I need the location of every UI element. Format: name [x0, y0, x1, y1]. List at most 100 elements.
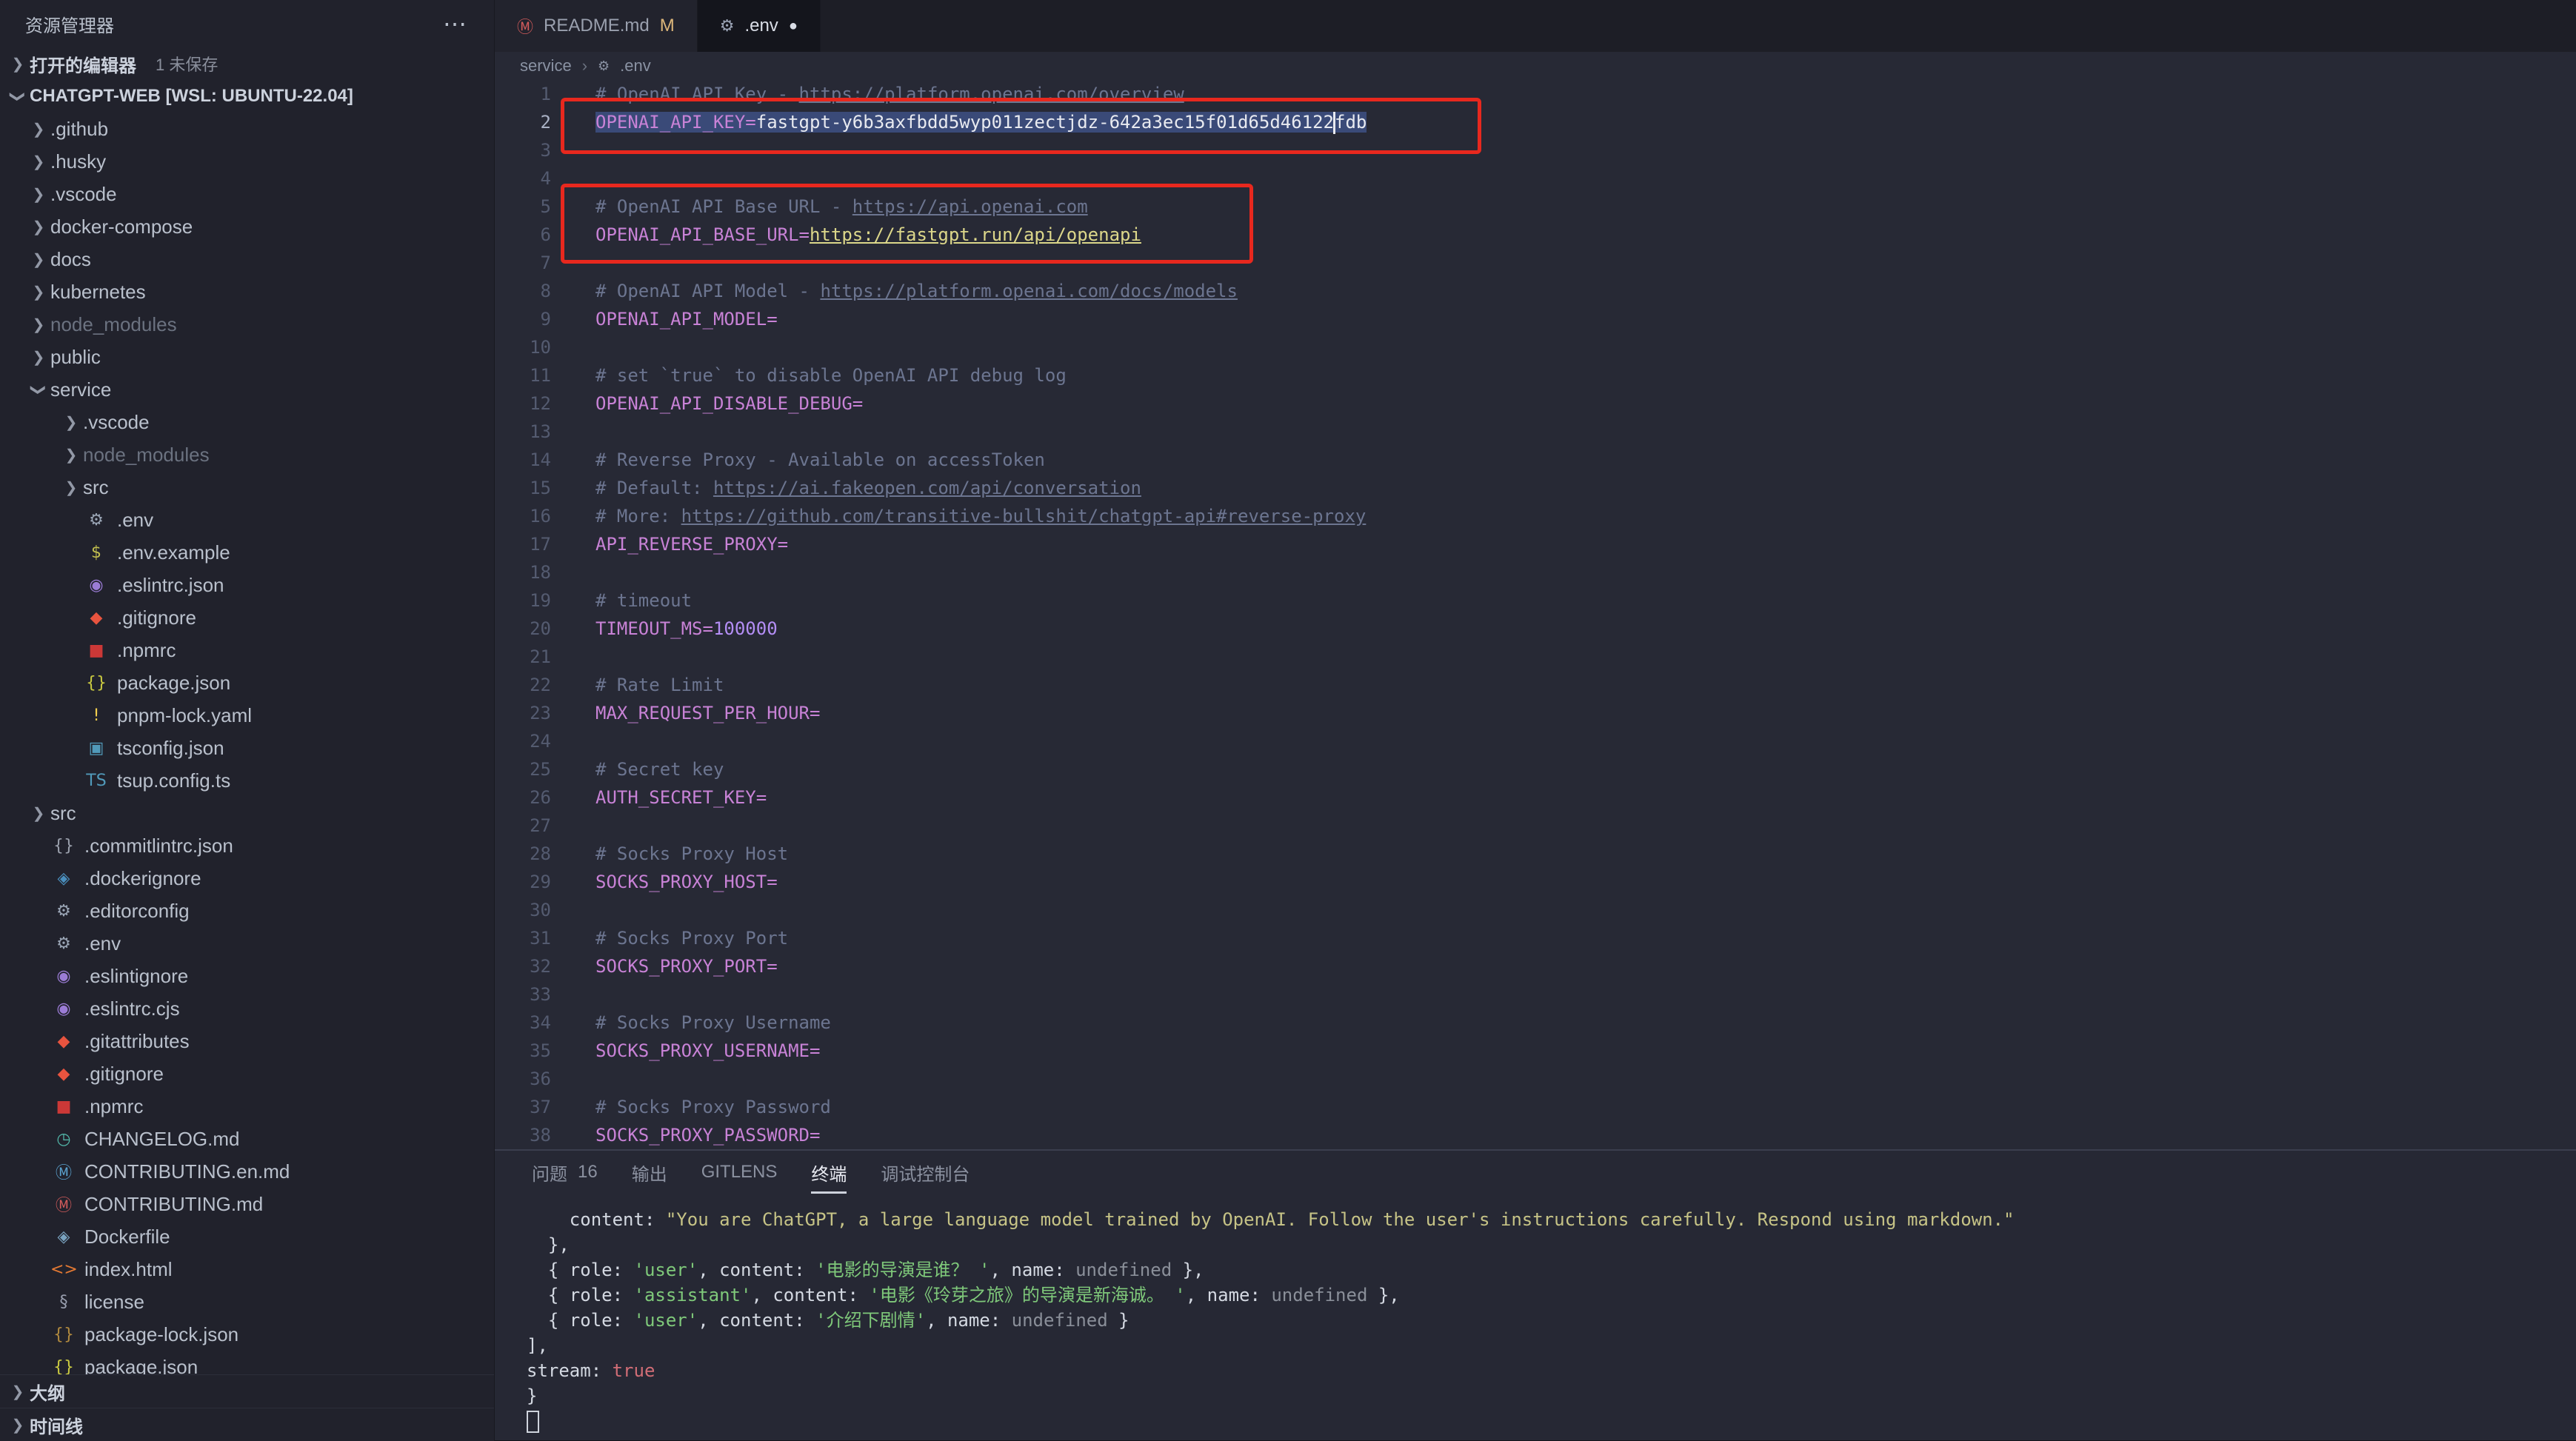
- code-line-38[interactable]: SOCKS_PROXY_PASSWORD=: [595, 1121, 1367, 1149]
- code-line-22[interactable]: # Rate Limit: [595, 671, 1367, 699]
- code-line-3[interactable]: [595, 136, 1367, 164]
- code-line-8[interactable]: # OpenAI API Model - https://platform.op…: [595, 277, 1367, 305]
- line-number: 33: [495, 980, 553, 1009]
- tree-item-husky[interactable]: ❯.husky: [0, 145, 494, 178]
- code-line-15[interactable]: # Default: https://ai.fakeopen.com/api/c…: [595, 474, 1367, 502]
- code-line-5[interactable]: # OpenAI API Base URL - https://api.open…: [595, 193, 1367, 221]
- timeline-section-header[interactable]: ❯ 时间线: [0, 1408, 494, 1441]
- breadcrumb-item-env[interactable]: .env: [620, 56, 651, 76]
- tree-item-index-html[interactable]: <>index.html: [0, 1253, 494, 1285]
- code-line-9[interactable]: OPENAI_API_MODEL=: [595, 305, 1367, 333]
- code-line-35[interactable]: SOCKS_PROXY_USERNAME=: [595, 1037, 1367, 1065]
- outline-section-header[interactable]: ❯ 大纲: [0, 1374, 494, 1408]
- tree-item-tsconfig-json[interactable]: ▣tsconfig.json: [0, 732, 494, 764]
- code-line-29[interactable]: SOCKS_PROXY_HOST=: [595, 868, 1367, 896]
- tree-item-contributing-md[interactable]: ⓂCONTRIBUTING.md: [0, 1188, 494, 1220]
- code-content[interactable]: # OpenAI API Key - https://platform.open…: [553, 80, 1367, 1149]
- tree-item-gitignore[interactable]: ◆.gitignore: [0, 601, 494, 634]
- tree-item-changelog-md[interactable]: ◷CHANGELOG.md: [0, 1123, 494, 1155]
- tree-item-kubernetes[interactable]: ❯kubernetes: [0, 275, 494, 308]
- code-line-4[interactable]: [595, 164, 1367, 193]
- tree-item-vscode[interactable]: ❯.vscode: [0, 178, 494, 210]
- open-editors-header[interactable]: ❯ 打开的编辑器 1 未保存: [0, 47, 494, 80]
- tree-item-package-json[interactable]: {}package.json: [0, 666, 494, 699]
- more-actions-icon[interactable]: ⋯: [443, 10, 469, 38]
- tree-item-gitattributes[interactable]: ◆.gitattributes: [0, 1025, 494, 1057]
- tree-item-vscode[interactable]: ❯.vscode: [0, 406, 494, 438]
- terminal-token: },: [527, 1234, 570, 1255]
- panel-tab-调试控制台[interactable]: 调试控制台: [881, 1151, 970, 1194]
- code-line-36[interactable]: [595, 1065, 1367, 1093]
- breadcrumb-item-service[interactable]: service: [520, 56, 572, 76]
- code-line-14[interactable]: # Reverse Proxy - Available on accessTok…: [595, 446, 1367, 474]
- code-line-6[interactable]: OPENAI_API_BASE_URL=https://fastgpt.run/…: [595, 221, 1367, 249]
- code-line-23[interactable]: MAX_REQUEST_PER_HOUR=: [595, 699, 1367, 727]
- code-editor[interactable]: 1234567891011121314151617181920212223242…: [495, 80, 2576, 1149]
- tree-item-npmrc[interactable]: ■.npmrc: [0, 634, 494, 666]
- line-number: 19: [495, 586, 553, 615]
- code-line-24[interactable]: [595, 727, 1367, 755]
- tree-item-eslintrc-cjs[interactable]: ◉.eslintrc.cjs: [0, 992, 494, 1025]
- code-line-17[interactable]: API_REVERSE_PROXY=: [595, 530, 1367, 558]
- tree-item-pnpm-lock-yaml[interactable]: !pnpm-lock.yaml: [0, 699, 494, 732]
- code-line-30[interactable]: [595, 896, 1367, 924]
- code-line-11[interactable]: # set `true` to disable OpenAI API debug…: [595, 361, 1367, 389]
- tree-item-contributing-en-md[interactable]: ⓂCONTRIBUTING.en.md: [0, 1155, 494, 1188]
- code-line-19[interactable]: # timeout: [595, 586, 1367, 615]
- tree-item-src[interactable]: ❯src: [0, 471, 494, 504]
- code-token: 100000: [713, 618, 778, 639]
- tree-item-env[interactable]: ⚙.env: [0, 504, 494, 536]
- tree-item-editorconfig[interactable]: ⚙.editorconfig: [0, 895, 494, 927]
- tree-item-tsup-config-ts[interactable]: TStsup.config.ts: [0, 764, 494, 797]
- code-line-18[interactable]: [595, 558, 1367, 586]
- code-line-31[interactable]: # Socks Proxy Port: [595, 924, 1367, 952]
- tree-item-node-modules[interactable]: ❯node_modules: [0, 438, 494, 471]
- tree-item-env-example[interactable]: $.env.example: [0, 536, 494, 569]
- panel-tab-终端[interactable]: 终端: [811, 1151, 847, 1194]
- tree-item-service[interactable]: ❯service: [0, 373, 494, 406]
- tree-item-eslintrc-json[interactable]: ◉.eslintrc.json: [0, 569, 494, 601]
- code-line-26[interactable]: AUTH_SECRET_KEY=: [595, 783, 1367, 812]
- code-line-1[interactable]: # OpenAI API Key - https://platform.open…: [595, 80, 1367, 108]
- editor-tab-readme-md[interactable]: ⓂREADME.mdM: [495, 0, 698, 52]
- code-line-33[interactable]: [595, 980, 1367, 1009]
- code-line-21[interactable]: [595, 643, 1367, 671]
- code-line-20[interactable]: TIMEOUT_MS=100000: [595, 615, 1367, 643]
- editor-tab-env[interactable]: ⚙.env●: [698, 0, 821, 52]
- code-line-10[interactable]: [595, 333, 1367, 361]
- tree-item-commitlintrc-json[interactable]: {}.commitlintrc.json: [0, 829, 494, 862]
- code-line-13[interactable]: [595, 418, 1367, 446]
- tree-item-github[interactable]: ❯.github: [0, 113, 494, 145]
- code-line-12[interactable]: OPENAI_API_DISABLE_DEBUG=: [595, 389, 1367, 418]
- tree-item-license[interactable]: §license: [0, 1285, 494, 1318]
- tree-item-env[interactable]: ⚙.env: [0, 927, 494, 960]
- code-line-7[interactable]: [595, 249, 1367, 277]
- tree-item-dockerignore[interactable]: ◈.dockerignore: [0, 862, 494, 895]
- tree-item-docs[interactable]: ❯docs: [0, 243, 494, 275]
- terminal-output[interactable]: content: "You are ChatGPT, a large langu…: [495, 1194, 2576, 1434]
- tree-item-gitignore[interactable]: ◆.gitignore: [0, 1057, 494, 1090]
- code-line-34[interactable]: # Socks Proxy Username: [595, 1009, 1367, 1037]
- code-line-37[interactable]: # Socks Proxy Password: [595, 1093, 1367, 1121]
- code-line-28[interactable]: # Socks Proxy Host: [595, 840, 1367, 868]
- code-line-16[interactable]: # More: https://github.com/transitive-bu…: [595, 502, 1367, 530]
- code-line-2[interactable]: OPENAI_API_KEY=fastgpt-y6b3axfbdd5wyp011…: [595, 108, 1367, 136]
- panel-tab-输出[interactable]: 输出: [632, 1151, 667, 1194]
- tree-item-docker-compose[interactable]: ❯docker-compose: [0, 210, 494, 243]
- tree-item-node-modules[interactable]: ❯node_modules: [0, 308, 494, 341]
- panel-tab-gitlens[interactable]: GITLENS: [701, 1151, 778, 1194]
- terminal-token: , content:: [751, 1285, 869, 1305]
- workspace-root-header[interactable]: ❯ CHATGPT-WEB [WSL: UBUNTU-22.04]: [0, 80, 494, 113]
- tree-item-npmrc[interactable]: ■.npmrc: [0, 1090, 494, 1123]
- tree-item-package-json[interactable]: {}package.json: [0, 1351, 494, 1374]
- code-line-25[interactable]: # Secret key: [595, 755, 1367, 783]
- tree-item-eslintignore[interactable]: ◉.eslintignore: [0, 960, 494, 992]
- panel-tab-问题[interactable]: 问题16: [532, 1151, 598, 1194]
- tree-item-src[interactable]: ❯src: [0, 797, 494, 829]
- tab-label: README.md: [544, 16, 650, 36]
- tree-item-public[interactable]: ❯public: [0, 341, 494, 373]
- code-line-32[interactable]: SOCKS_PROXY_PORT=: [595, 952, 1367, 980]
- tree-item-package-lock-json[interactable]: {}package-lock.json: [0, 1318, 494, 1351]
- tree-item-dockerfile[interactable]: ◈Dockerfile: [0, 1220, 494, 1253]
- code-line-27[interactable]: [595, 812, 1367, 840]
